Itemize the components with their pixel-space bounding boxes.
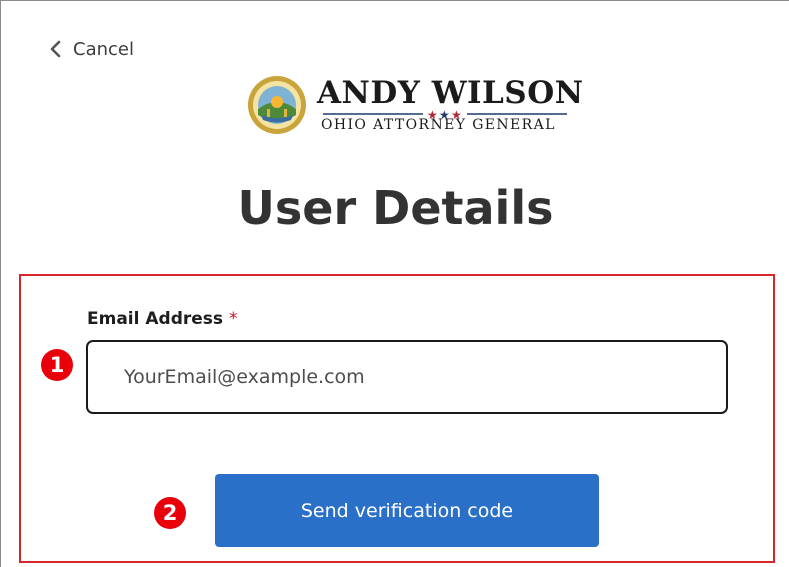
cancel-link[interactable]: Cancel: [49, 37, 134, 61]
logo-subtitle: OHIO ATTORNEY GENERAL: [321, 117, 556, 133]
required-asterisk: *: [229, 309, 238, 329]
email-label: Email Address *: [87, 309, 238, 329]
cancel-label: Cancel: [73, 38, 134, 60]
logo-stars: ★ ★ ★: [323, 105, 567, 122]
attorney-general-logo: ANDY WILSON ★ ★ ★ OHIO ATTORNEY GENERAL: [247, 73, 583, 135]
email-label-text: Email Address: [87, 309, 224, 329]
annotation-marker-2: 2: [154, 497, 186, 529]
sign-up-page: Cancel ANDY WILSON ★ ★ ★ OHIO ATTORNEY G…: [0, 0, 789, 567]
annotation-marker-1: 1: [41, 349, 73, 381]
send-verification-code-button[interactable]: Send verification code: [215, 474, 599, 547]
email-input[interactable]: [86, 340, 728, 414]
ohio-seal-icon: [247, 75, 307, 135]
page-title: User Details: [237, 181, 554, 235]
chevron-left-icon: [49, 40, 61, 58]
